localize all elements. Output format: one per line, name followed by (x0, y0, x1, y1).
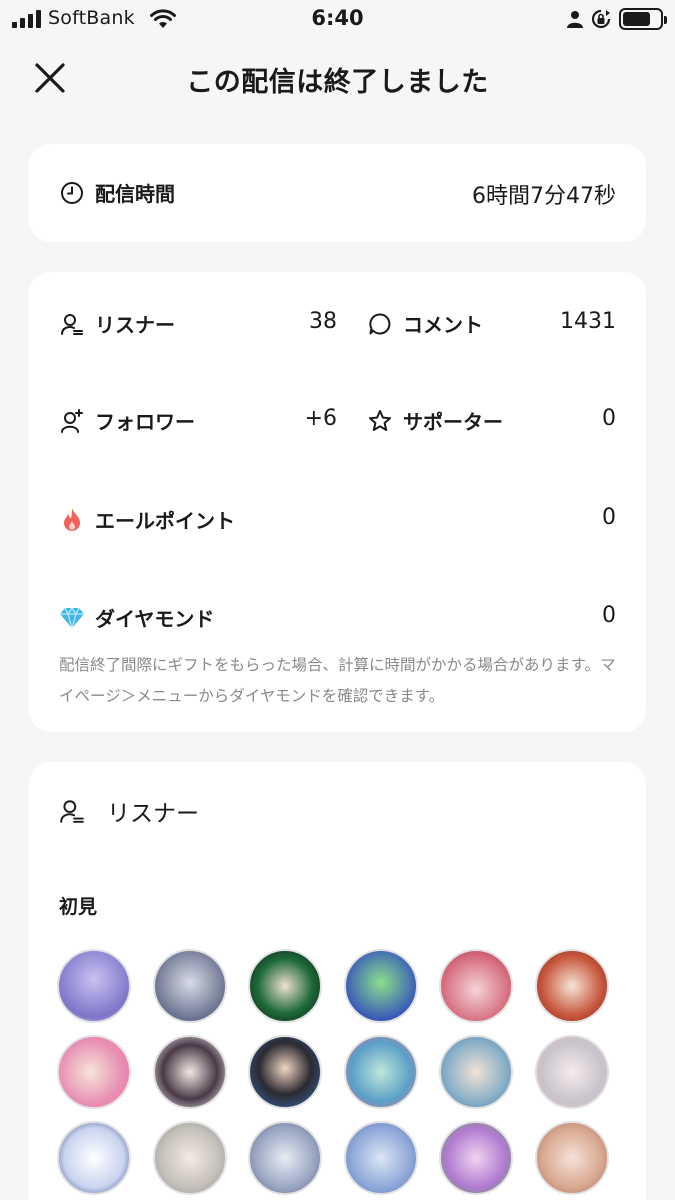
star-icon (367, 408, 393, 434)
user-plus-icon (59, 408, 85, 434)
diamond-icon (59, 605, 85, 631)
status-bar: SoftBank 6:40 (0, 0, 675, 40)
flame-icon (59, 507, 85, 533)
speech-bubble-icon (367, 311, 393, 337)
listener-avatar[interactable] (153, 949, 227, 1023)
stat-followers: フォロワー (59, 406, 195, 435)
stat-comments-value: 1431 (560, 309, 616, 334)
listener-avatar[interactable] (248, 949, 322, 1023)
stat-followers-value: +6 (304, 406, 337, 431)
listener-card: リスナー 初見 (29, 762, 646, 1200)
listener-avatar[interactable] (153, 1121, 227, 1195)
user-list-icon (59, 798, 85, 824)
stat-diamonds-label: ダイヤモンド (95, 607, 215, 631)
header: この配信は終了しました (0, 50, 675, 104)
stat-followers-label: フォロワー (95, 410, 195, 434)
stats-card: リスナー 38 コメント 1431 フォロワー +6 サポーター 0 エールポイ… (29, 272, 646, 732)
stat-listeners: リスナー (59, 309, 175, 338)
listener-avatar[interactable] (439, 1035, 513, 1109)
listener-avatar[interactable] (439, 1121, 513, 1195)
stat-diamonds-value: 0 (602, 603, 616, 628)
listener-section-title: リスナー (107, 801, 199, 827)
first-time-label: 初見 (59, 896, 98, 918)
stat-yell-points: エールポイント (59, 505, 235, 534)
listener-avatar[interactable] (344, 1035, 418, 1109)
stat-yell-points-value: 0 (602, 505, 616, 530)
stat-supporters-value: 0 (602, 406, 616, 431)
listener-avatar[interactable] (535, 1121, 609, 1195)
listener-avatar[interactable] (57, 1121, 131, 1195)
listener-avatar[interactable] (535, 1035, 609, 1109)
stat-comments-label: コメント (403, 313, 483, 337)
listener-avatar[interactable] (57, 1035, 131, 1109)
duration-row: 配信時間 (59, 178, 175, 207)
listener-avatar[interactable] (248, 1121, 322, 1195)
stat-yell-points-label: エールポイント (95, 509, 235, 533)
listener-avatar[interactable] (248, 1035, 322, 1109)
diamond-note: 配信終了間際にギフトをもらった場合、計算に時間がかかる場合があります。マイページ… (59, 656, 616, 705)
listener-avatar[interactable] (57, 949, 131, 1023)
duration-label: 配信時間 (95, 182, 175, 206)
stat-supporters-label: サポーター (403, 410, 503, 434)
rotation-lock-icon (591, 9, 611, 29)
stat-listeners-label: リスナー (95, 313, 175, 337)
page-title: この配信は終了しました (186, 67, 489, 98)
duration-value: 6時間7分47秒 (472, 184, 616, 209)
user-list-icon (59, 311, 85, 337)
listener-avatar[interactable] (535, 949, 609, 1023)
stat-diamonds: ダイヤモンド (59, 603, 214, 632)
stat-comments: コメント (367, 309, 483, 338)
listener-avatar[interactable] (439, 949, 513, 1023)
stat-supporters: サポーター (367, 406, 503, 435)
battery-icon (619, 8, 667, 30)
listener-avatar[interactable] (344, 949, 418, 1023)
listener-avatar[interactable] (153, 1035, 227, 1109)
clock-icon (59, 180, 85, 206)
person-icon (567, 11, 583, 28)
listener-avatar[interactable] (344, 1121, 418, 1195)
listener-section-header: リスナー (59, 794, 199, 828)
stat-listeners-value: 38 (309, 309, 337, 334)
duration-card: 配信時間 6時間7分47秒 (29, 144, 646, 242)
